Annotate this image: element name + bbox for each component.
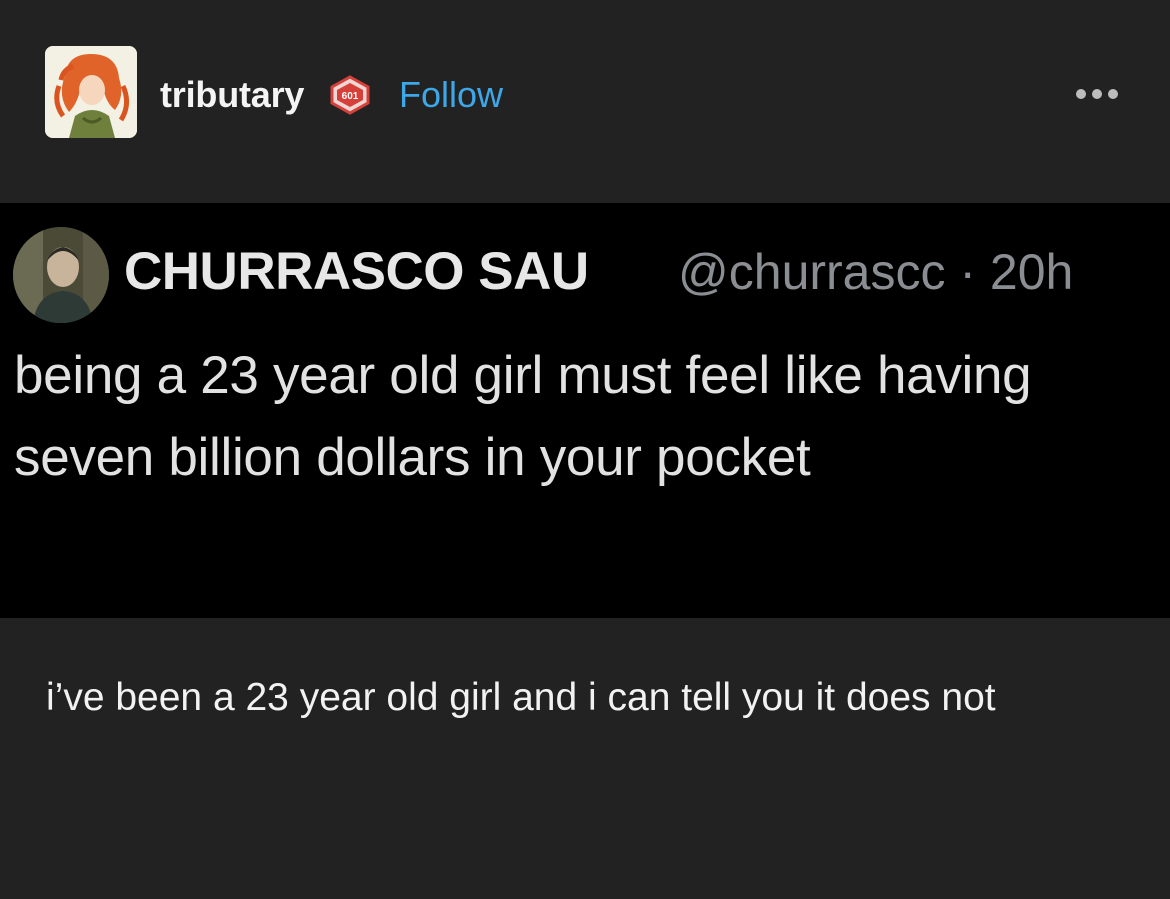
username[interactable]: tributary xyxy=(160,74,304,116)
tweet-handle-time: @churrascc · 20h xyxy=(678,244,1074,300)
avatar-illustration xyxy=(45,46,137,138)
tweet-avatar xyxy=(13,227,109,323)
reply-text: i’ve been a 23 year old girl and i can t… xyxy=(46,676,996,719)
dot xyxy=(1092,89,1102,99)
dot xyxy=(1108,89,1118,99)
user-avatar[interactable] xyxy=(45,46,137,138)
post-header: tributary 601 Follow xyxy=(0,0,1170,200)
tweet-display-name: CHURRASCO SAU xyxy=(124,242,589,301)
ellipsis-icon[interactable] xyxy=(1076,86,1126,102)
follow-button[interactable]: Follow xyxy=(399,74,503,116)
dot xyxy=(1076,89,1086,99)
tweet-text: being a 23 year old girl must feel like … xyxy=(14,346,1032,487)
tweet-screenshot: CHURRASCO SAU @churrascc · 20h being a 2… xyxy=(0,203,1170,618)
badge-icon: 601 xyxy=(328,75,372,115)
badge-text: 601 xyxy=(342,91,359,102)
